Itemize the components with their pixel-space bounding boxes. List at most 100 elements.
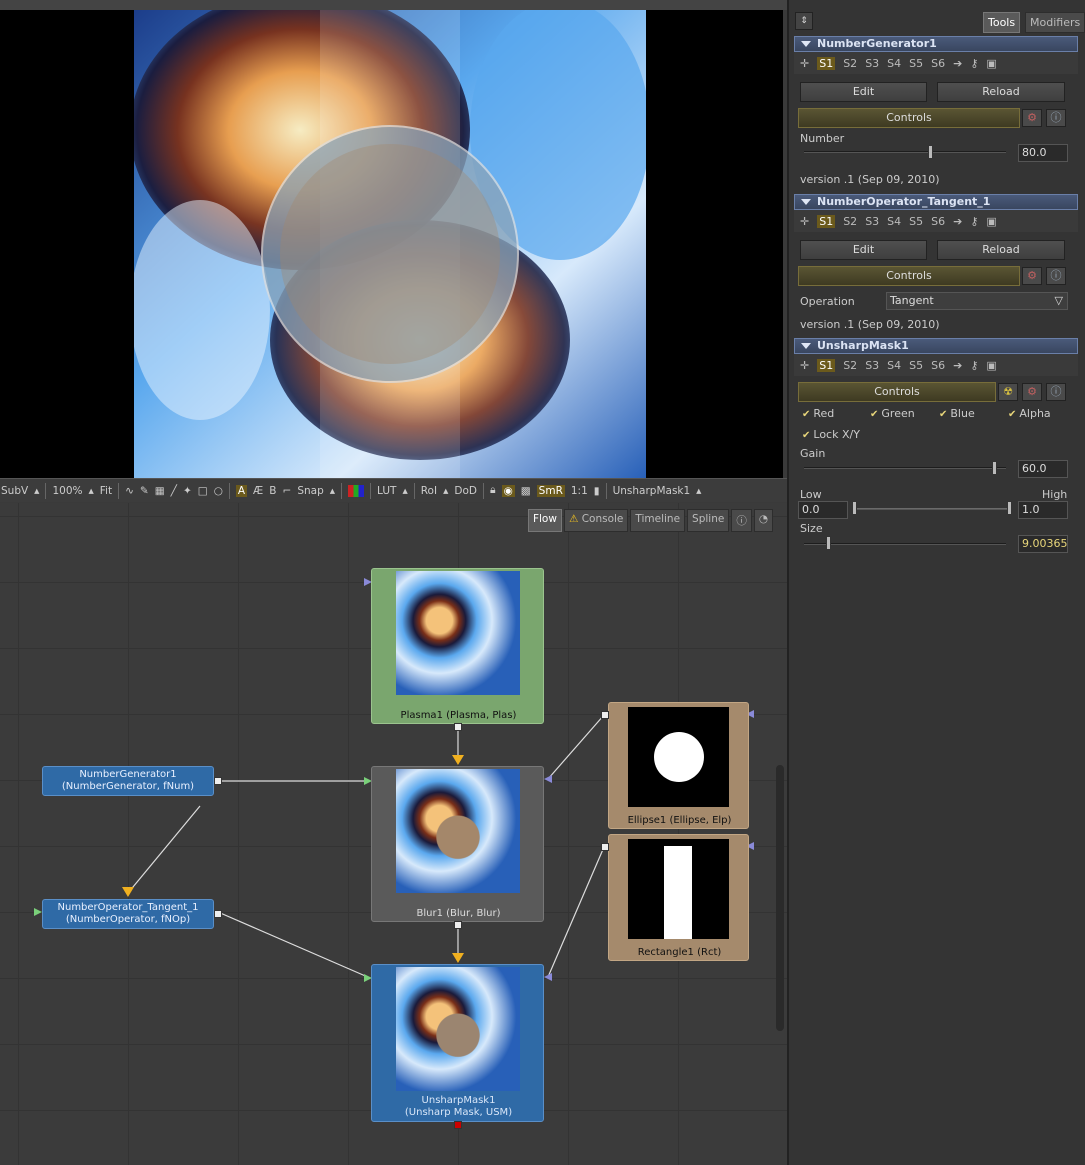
lock-xy-checkbox[interactable]: Lock X/Y xyxy=(802,428,860,441)
alpha-checkbox[interactable]: Alpha xyxy=(1008,407,1050,420)
low-range-knob[interactable] xyxy=(852,501,857,515)
smr-button[interactable]: SmR xyxy=(536,484,565,497)
polyline-tool-icon[interactable]: ✎ xyxy=(140,485,149,497)
numop-output-port[interactable] xyxy=(214,910,222,918)
node-rectangle[interactable]: Rectangle1 (Rct) xyxy=(601,834,749,961)
key-icon[interactable]: ⚷ xyxy=(970,215,978,228)
curve-tool-icon[interactable]: ∿ xyxy=(125,485,134,497)
slot-s6[interactable]: S6 xyxy=(931,359,945,372)
slot-s3[interactable]: S3 xyxy=(865,57,879,70)
unsharp-output-port[interactable] xyxy=(454,1121,462,1129)
pin-right-icon[interactable]: ➔ xyxy=(953,215,962,228)
edit-button[interactable]: Edit xyxy=(800,240,927,260)
glasses-icon[interactable]: ⌐ xyxy=(283,485,292,497)
image-viewer[interactable] xyxy=(0,10,783,478)
slot-s6[interactable]: S6 xyxy=(931,57,945,70)
view-name-dropdown[interactable]: UnsharpMask1 xyxy=(613,485,691,497)
pin-right-icon[interactable]: ➔ xyxy=(953,57,962,70)
gear-icon[interactable]: ⚙ xyxy=(1022,109,1042,127)
pin-icon[interactable]: ✛ xyxy=(800,359,809,372)
reload-button[interactable]: Reload xyxy=(937,82,1065,102)
green-checkbox[interactable]: Green xyxy=(870,407,914,420)
panel-arrow-button[interactable]: ⇕ xyxy=(795,12,813,30)
fit-button[interactable]: Fit xyxy=(100,485,112,497)
save-icon[interactable]: ▣ xyxy=(986,359,996,372)
edit-button[interactable]: Edit xyxy=(800,82,927,102)
high-value-field[interactable]: 1.0 xyxy=(1018,501,1068,519)
info-icon[interactable]: ⓘ xyxy=(1046,267,1066,285)
slot-s4[interactable]: S4 xyxy=(887,215,901,228)
slot-s2[interactable]: S2 xyxy=(843,215,857,228)
save-icon[interactable]: ▣ xyxy=(986,57,996,70)
number-slider-knob[interactable] xyxy=(928,145,933,159)
size-slider-knob[interactable] xyxy=(826,536,831,550)
flow-scrollbar[interactable] xyxy=(776,765,784,1031)
key-icon[interactable]: ⚷ xyxy=(970,57,978,70)
slot-s3[interactable]: S3 xyxy=(865,215,879,228)
lock-icon[interactable]: 🔒︎ xyxy=(490,484,496,497)
size-slider[interactable] xyxy=(804,543,1006,545)
node-ellipse[interactable]: Ellipse1 (Ellipse, Elp) xyxy=(601,702,749,829)
save-icon[interactable]: ▣ xyxy=(986,215,996,228)
red-checkbox[interactable]: Red xyxy=(802,407,834,420)
slot-s5[interactable]: S5 xyxy=(909,215,923,228)
reload-button[interactable]: Reload xyxy=(937,240,1065,260)
gear-icon[interactable]: ⚙ xyxy=(1022,267,1042,285)
circle-tool-icon[interactable]: ○ xyxy=(214,485,223,497)
zoom-dropdown[interactable]: 100% xyxy=(52,485,82,497)
wand-tool-icon[interactable]: ✦ xyxy=(183,485,192,497)
blur-output-port[interactable] xyxy=(454,921,462,929)
gear-icon[interactable]: ⚙ xyxy=(1022,383,1042,401)
node-blur[interactable]: Blur1 (Blur, Blur) xyxy=(371,766,544,929)
pin-icon[interactable]: ✛ xyxy=(800,57,809,70)
low-high-range-slider[interactable] xyxy=(854,508,1010,510)
slot-s3[interactable]: S3 xyxy=(865,359,879,372)
snap-dropdown[interactable]: Snap xyxy=(297,485,323,497)
grid-tool-icon[interactable]: ▦ xyxy=(155,485,165,497)
numgen-output-port[interactable] xyxy=(214,777,222,785)
plasma-output-port[interactable] xyxy=(454,723,462,731)
rectangle-output-port[interactable] xyxy=(601,843,609,851)
slot-s4[interactable]: S4 xyxy=(887,359,901,372)
dod-button[interactable]: DoD xyxy=(454,485,477,497)
slot-s4[interactable]: S4 xyxy=(887,57,901,70)
size-value-field[interactable]: 9.00365⁴ xyxy=(1018,535,1068,553)
info-icon[interactable]: ⓘ xyxy=(1046,109,1066,127)
pin-icon[interactable]: ✛ xyxy=(800,215,809,228)
slot-s1[interactable]: S1 xyxy=(817,214,836,228)
slot-s1[interactable]: S1 xyxy=(817,56,836,70)
levels-icon[interactable]: ▮ xyxy=(594,485,600,497)
key-icon[interactable]: ⚷ xyxy=(970,359,978,372)
brush-tool-icon[interactable]: ╱ xyxy=(171,485,177,497)
slot-s5[interactable]: S5 xyxy=(909,359,923,372)
subview-dropdown[interactable]: SubV xyxy=(1,485,28,497)
high-range-knob[interactable] xyxy=(1007,501,1012,515)
lut-dropdown[interactable]: LUT xyxy=(377,485,396,497)
pin-right-icon[interactable]: ➔ xyxy=(953,359,962,372)
node-numberoperator[interactable]: NumberOperator_Tangent_1 (NumberOperator… xyxy=(42,899,222,929)
ellipse-output-port[interactable] xyxy=(601,711,609,719)
slot-s6[interactable]: S6 xyxy=(931,215,945,228)
rectangle-tool-icon[interactable]: □ xyxy=(198,485,208,497)
number-slider[interactable] xyxy=(804,151,1006,153)
roi-dropdown[interactable]: RoI xyxy=(421,485,437,497)
node-numbergenerator[interactable]: NumberGenerator1 (NumberGenerator, fNum) xyxy=(42,766,222,796)
slot-s2[interactable]: S2 xyxy=(843,57,857,70)
number-value-field[interactable]: 80.0 xyxy=(1018,144,1068,162)
tab-tools[interactable]: Tools xyxy=(983,12,1021,33)
radioactive-icon[interactable]: ☢ xyxy=(998,383,1018,401)
slot-s1[interactable]: S1 xyxy=(817,358,836,372)
bold-tool-icon[interactable]: B xyxy=(269,485,276,497)
color-channel-icon[interactable] xyxy=(348,484,365,497)
blue-checkbox[interactable]: Blue xyxy=(939,407,974,420)
slot-s2[interactable]: S2 xyxy=(843,359,857,372)
controls-tab[interactable]: Controls xyxy=(798,108,1020,128)
operation-dropdown[interactable]: Tangent ▽ xyxy=(886,292,1068,310)
gain-slider[interactable] xyxy=(804,467,1006,469)
checker-icon[interactable]: ▩ xyxy=(521,485,531,497)
section-header-unsharp[interactable]: UnsharpMask1 xyxy=(794,338,1078,354)
gain-slider-knob[interactable] xyxy=(992,461,997,475)
info-icon[interactable]: ⓘ xyxy=(1046,383,1066,401)
text-tool-a-icon[interactable]: A xyxy=(235,484,248,497)
flow-editor[interactable]: Flow ⚠ Console Timeline Spline ⓘ ◔ Plasm… xyxy=(0,503,787,1165)
